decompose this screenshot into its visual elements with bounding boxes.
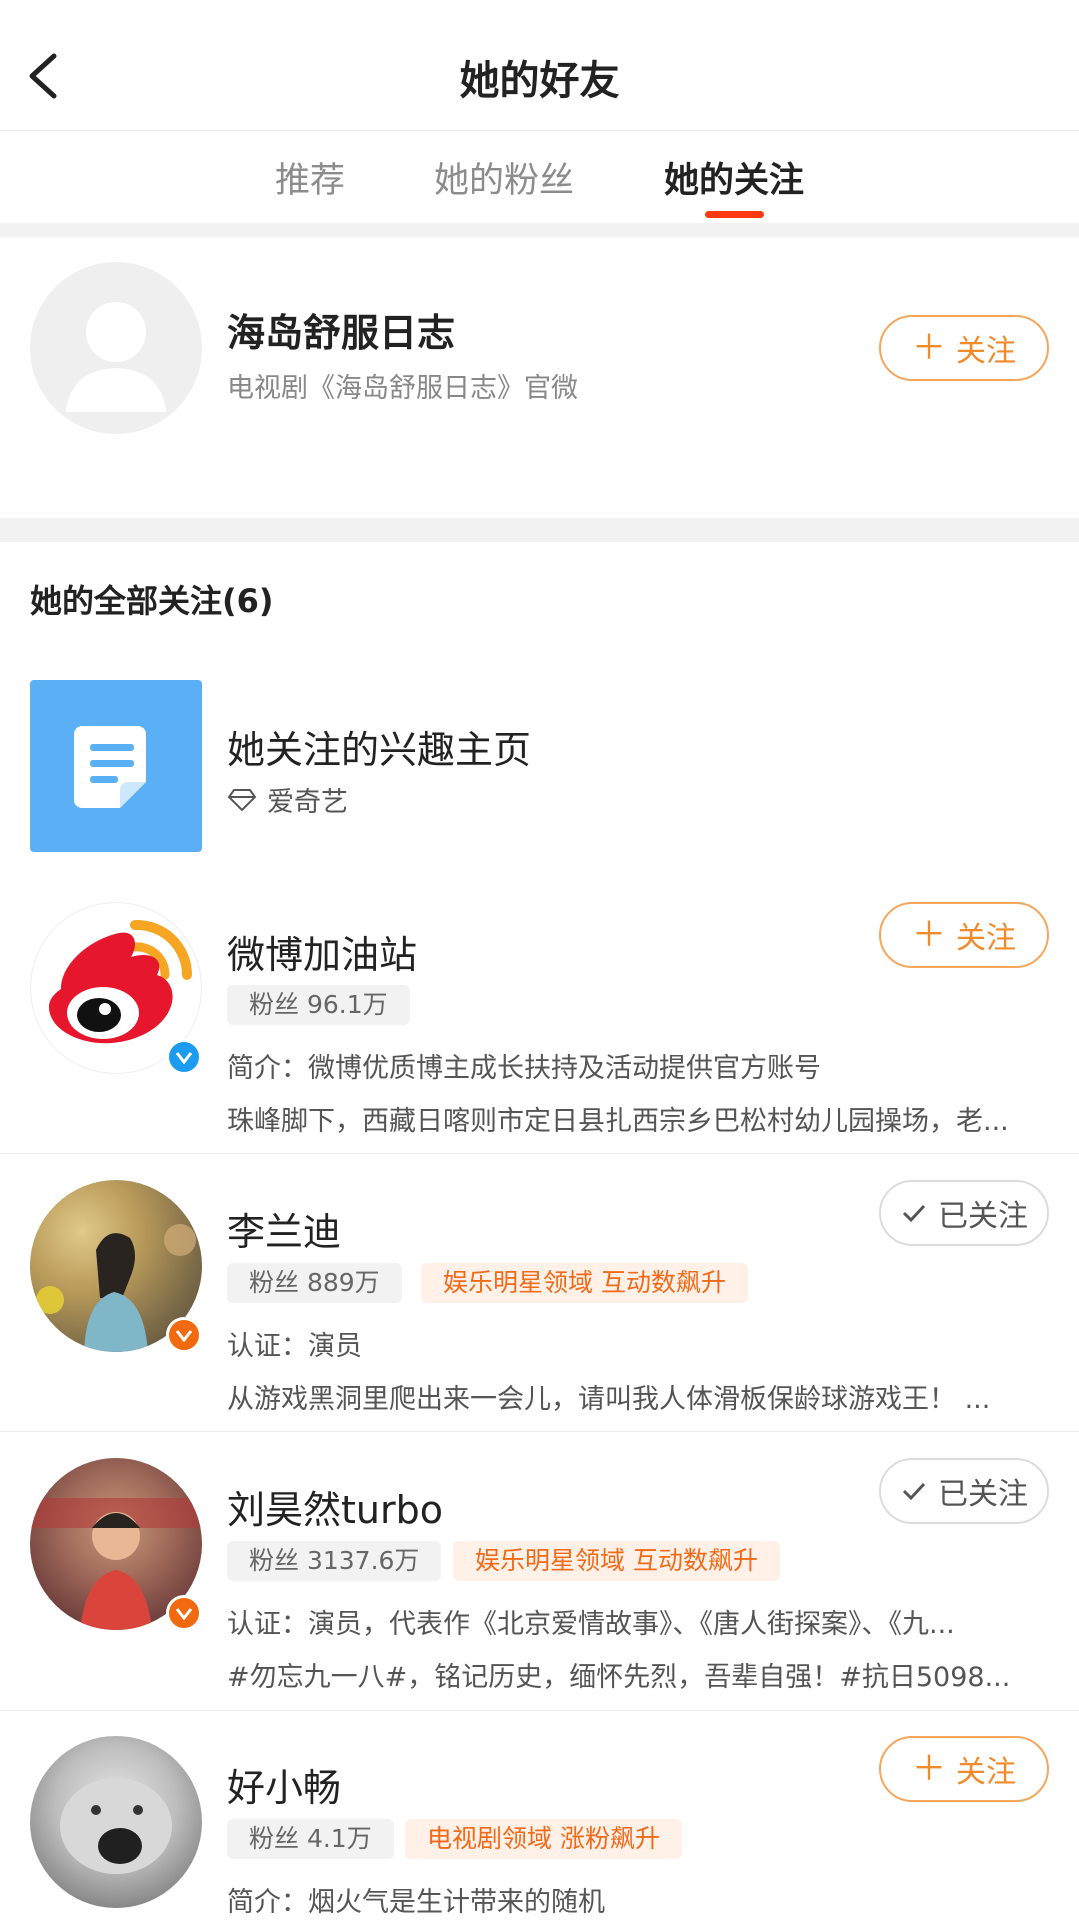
- check-icon: [902, 1482, 926, 1501]
- user-name[interactable]: 微博加油站: [227, 924, 417, 979]
- divider: [0, 518, 1079, 542]
- followed-button-label: 已关注: [938, 1477, 1028, 1512]
- verified-v-icon: [175, 1052, 193, 1064]
- followed-button[interactable]: 已关注: [879, 1180, 1049, 1246]
- trend-tag: 电视剧领域 涨粉飙升: [405, 1819, 682, 1859]
- fans-count: 粉丝 4.1万: [227, 1819, 394, 1859]
- followed-button[interactable]: 已关注: [879, 1458, 1049, 1524]
- user-intro: 认证：演员，代表作《北京爱情故事》、《唐人街探案》、《九...: [227, 1609, 955, 1640]
- divider: [0, 1710, 1079, 1711]
- page-title: 她的好友: [459, 58, 620, 104]
- verified-badge: [166, 1039, 202, 1075]
- latest-post[interactable]: 从游戏黑洞里爬出来一会儿，请叫我人体滑板保龄球游戏王！ ...: [227, 1377, 1042, 1416]
- verified-v-icon: [175, 1608, 193, 1620]
- section-title: 她的全部关注(6): [30, 582, 274, 620]
- recommend-name[interactable]: 海岛舒服日志: [227, 302, 455, 357]
- follow-button[interactable]: ＋ 关注: [879, 1736, 1049, 1802]
- user-intro: 简介：微博优质博主成长扶持及活动提供官方账号: [227, 1053, 821, 1084]
- latest-post[interactable]: #勿忘九一八#，铭记历史，缅怀先烈，吾辈自强！#抗日5098...: [227, 1655, 1042, 1694]
- user-name[interactable]: 好小畅: [227, 1757, 341, 1812]
- tab-her-fans[interactable]: 她的粉丝: [434, 152, 574, 203]
- check-icon: [902, 1204, 926, 1223]
- verified-badge: [166, 1595, 202, 1631]
- interest-source-label: 爱奇艺: [267, 787, 348, 818]
- default-avatar-icon: [30, 262, 202, 434]
- follow-button-label: 关注: [956, 334, 1016, 369]
- divider: [0, 1431, 1079, 1432]
- user-name[interactable]: 刘昊然turbo: [227, 1479, 443, 1534]
- recommend-desc: 电视剧《海岛舒服日志》官微: [227, 373, 578, 404]
- user-intro: 简介：烟火气是生计带来的随机: [227, 1887, 605, 1918]
- follow-button[interactable]: ＋ 关注: [879, 902, 1049, 968]
- animal-photo-icon: [60, 1778, 172, 1874]
- fans-count: 粉丝 3137.6万: [227, 1541, 442, 1581]
- trend-tag: 娱乐明星领域 互动数飙升: [453, 1541, 780, 1581]
- fans-count: 粉丝 96.1万: [227, 985, 410, 1025]
- plus-icon: ＋: [912, 915, 946, 955]
- interest-page-title[interactable]: 她关注的兴趣主页: [227, 719, 531, 774]
- plus-icon: ＋: [912, 328, 946, 368]
- tab-her-following[interactable]: 她的关注: [664, 152, 804, 203]
- latest-post[interactable]: 珠峰脚下，西藏日喀则市定日县扎西宗乡巴松村幼儿园操场，老...: [227, 1099, 1042, 1138]
- user-name[interactable]: 李兰迪: [227, 1201, 341, 1256]
- diamond-icon: [227, 788, 257, 811]
- follow-button-label: 关注: [956, 1755, 1016, 1790]
- interest-page-thumb[interactable]: [30, 680, 202, 852]
- user-avatar[interactable]: [30, 1736, 202, 1908]
- user-intro: 认证：演员: [227, 1331, 362, 1362]
- active-tab-indicator: [705, 211, 764, 218]
- trend-tag: 娱乐明星领域 互动数飙升: [421, 1263, 748, 1303]
- verified-badge: [166, 1317, 202, 1353]
- follow-button[interactable]: ＋ 关注: [879, 315, 1049, 381]
- divider: [0, 223, 1079, 237]
- interest-page-source: 爱奇艺: [227, 780, 348, 819]
- followed-button-label: 已关注: [938, 1199, 1028, 1234]
- document-icon: [74, 726, 146, 808]
- follow-button-label: 关注: [956, 921, 1016, 956]
- fans-count: 粉丝 889万: [227, 1263, 402, 1303]
- divider: [0, 1153, 1079, 1154]
- recommend-avatar[interactable]: [30, 262, 202, 434]
- tab-recommend[interactable]: 推荐: [275, 152, 345, 203]
- verified-v-icon: [175, 1330, 193, 1342]
- plus-icon: ＋: [912, 1749, 946, 1789]
